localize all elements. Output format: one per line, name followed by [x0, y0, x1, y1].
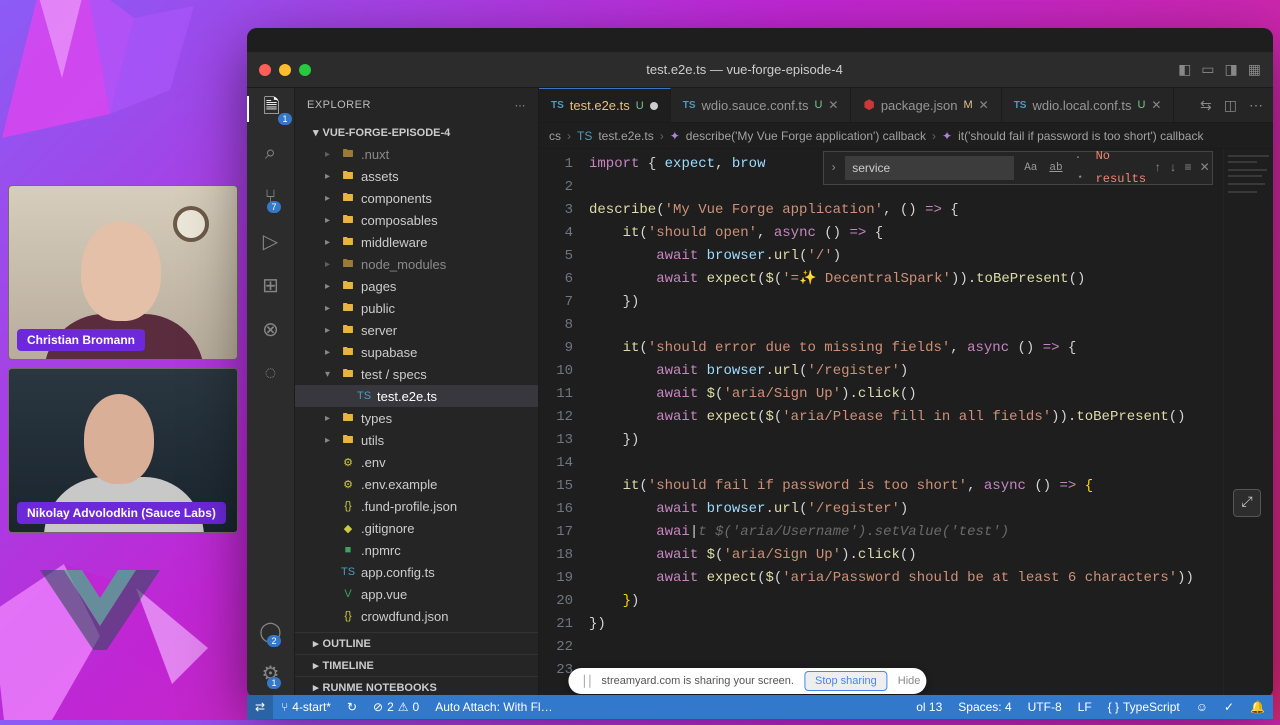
explorer-more-icon[interactable]: ⋯	[515, 99, 527, 112]
find-close-icon[interactable]: ✕	[1200, 157, 1210, 180]
tree-node[interactable]: ▸🖿supabase	[295, 341, 538, 363]
presenter-2-name: Nikolay Advolodkin (Sauce Labs)	[17, 502, 226, 524]
tree-node[interactable]: ▾🖿test / specs	[295, 363, 538, 385]
editor-tab[interactable]: TStest.e2e.tsU	[539, 88, 671, 122]
tree-node[interactable]: TStest.e2e.ts	[295, 385, 538, 407]
indentation[interactable]: Spaces: 4	[950, 695, 1019, 719]
minimap[interactable]	[1223, 149, 1273, 698]
screenshare-banner: ⎥⎥ streamyard.com is sharing your screen…	[568, 668, 926, 694]
search-activity-icon[interactable]: ⌕	[258, 140, 284, 166]
settings-gear-icon[interactable]: ⚙1	[258, 660, 284, 686]
tree-node[interactable]: ▸🖿public	[295, 297, 538, 319]
project-root[interactable]: ▾VUE-FORGE-EPISODE-4	[295, 122, 538, 143]
find-toggle-icon[interactable]: ›	[830, 157, 837, 180]
problems[interactable]: ⊘ 2 ⚠ 0	[365, 695, 427, 719]
tree-node[interactable]: ▸🖿.nuxt	[295, 143, 538, 165]
code-content[interactable]: import { expect, brow describe('My Vue F…	[583, 149, 1273, 698]
tree-node[interactable]: ▸🖿pages	[295, 275, 538, 297]
prettier-icon[interactable]: ✓	[1216, 695, 1242, 719]
editor-tabs: TStest.e2e.tsUTSwdio.sauce.conf.tsU✕⬢pac…	[539, 88, 1273, 123]
language-mode[interactable]: { } TypeScript	[1100, 695, 1188, 719]
remote-indicator[interactable]: ⇄	[247, 695, 273, 719]
outline-section[interactable]: ▸OUTLINE	[295, 632, 538, 654]
webcam-presenter-2: Nikolay Advolodkin (Sauce Labs)	[8, 368, 238, 533]
activity-bar: 🗎1 ⌕ ⑂7 ▷ ⊞ ⊗ ◌ ◯2 ⚙1	[247, 88, 295, 698]
find-next-icon[interactable]: ↓	[1169, 157, 1176, 180]
tree-node[interactable]: ▸🖿types	[295, 407, 538, 429]
tree-node[interactable]: ▸🖿server	[295, 319, 538, 341]
tree-node[interactable]: ▸🖿components	[295, 187, 538, 209]
git-sync[interactable]: ↻	[339, 695, 365, 719]
tree-node[interactable]: TSapp.config.ts	[295, 561, 538, 583]
tree-node[interactable]: {}.fund-profile.json	[295, 495, 538, 517]
cursor-position[interactable]: ol 13	[908, 695, 950, 719]
tree-node[interactable]: ▸🖿composables	[295, 209, 538, 231]
git-branch[interactable]: ⑂ 4-start*	[273, 695, 339, 719]
breadcrumbs[interactable]: cs› TS test.e2e.ts› ✦ describe('My Vue F…	[539, 123, 1273, 149]
find-widget: › Aa ab .﹡ No results ↑ ↓ ≡ ✕	[823, 151, 1213, 185]
webcam-presenter-1: Christian Bromann	[8, 185, 238, 360]
status-bar: ⇄ ⑂ 4-start* ↻ ⊘ 2 ⚠ 0 Auto Attach: With…	[247, 695, 1273, 719]
tree-node[interactable]: {}crowdfund.json	[295, 605, 538, 627]
hide-sharing-button[interactable]: Hide	[898, 675, 921, 687]
scm-activity-icon[interactable]: ⑂7	[258, 184, 284, 210]
line-gutter: 1234567891011121314151617181920212223	[539, 149, 583, 698]
file-tree: ▸🖿.nuxt▸🖿assets▸🖿components▸🖿composables…	[295, 143, 538, 632]
tree-node[interactable]: ⚙.env	[295, 451, 538, 473]
compare-icon[interactable]: ⇆	[1200, 97, 1212, 114]
find-prev-icon[interactable]: ↑	[1154, 157, 1161, 180]
find-selection-icon[interactable]: ≡	[1184, 157, 1191, 180]
tree-node[interactable]: ▸🖿utils	[295, 429, 538, 451]
share-text: streamyard.com is sharing your screen.	[601, 675, 794, 687]
presenter-1-name: Christian Bromann	[17, 329, 145, 351]
find-result-count: No results	[1096, 149, 1146, 191]
auto-attach[interactable]: Auto Attach: With Fl…	[427, 695, 560, 719]
bell-icon[interactable]: 🔔	[1242, 695, 1273, 719]
layout-customize-icon[interactable]: ▦	[1248, 61, 1261, 78]
editor-area: TStest.e2e.tsUTSwdio.sauce.conf.tsU✕⬢pac…	[539, 88, 1273, 698]
split-icon[interactable]: ◫	[1224, 97, 1237, 114]
extensions-activity-icon[interactable]: ⊞	[258, 272, 284, 298]
find-input[interactable]	[845, 156, 1014, 180]
vscode-window: test.e2e.ts — vue-forge-episode-4 ◧ ▭ ◨ …	[247, 28, 1273, 698]
tree-node[interactable]: ▸🖿node_modules	[295, 253, 538, 275]
window-title: test.e2e.ts — vue-forge-episode-4	[319, 62, 1170, 77]
encoding[interactable]: UTF-8	[1020, 695, 1070, 719]
editor-tab[interactable]: ⬢package.jsonM✕	[851, 88, 1001, 122]
code-editor[interactable]: 1234567891011121314151617181920212223 im…	[539, 149, 1273, 698]
more-icon[interactable]: ⋯	[1249, 97, 1263, 114]
layout-toggle-icon[interactable]: ◨	[1225, 61, 1238, 78]
stop-sharing-button[interactable]: Stop sharing	[804, 671, 888, 691]
explorer-activity-icon[interactable]: 🗎1	[247, 96, 295, 122]
tree-node[interactable]: ▸🖿middleware	[295, 231, 538, 253]
regex-icon[interactable]: .﹡	[1073, 149, 1088, 193]
timeline-section[interactable]: ▸TIMELINE	[295, 654, 538, 676]
remote-activity-icon[interactable]: ⊗	[258, 316, 284, 342]
match-case-icon[interactable]: Aa	[1022, 155, 1039, 182]
feedback-icon[interactable]: ☺	[1188, 695, 1216, 719]
explorer-title: EXPLORER	[307, 99, 371, 111]
layout-toggle-icon[interactable]: ▭	[1201, 61, 1214, 78]
window-zoom-button[interactable]	[299, 64, 311, 76]
inline-suggest-icon[interactable]: ⤢	[1233, 489, 1261, 517]
tree-node[interactable]: ◆.gitignore	[295, 517, 538, 539]
eol[interactable]: LF	[1070, 695, 1100, 719]
explorer-sidebar: EXPLORER ⋯ ▾VUE-FORGE-EPISODE-4 ▸🖿.nuxt▸…	[295, 88, 539, 698]
window-minimize-button[interactable]	[279, 64, 291, 76]
window-close-button[interactable]	[259, 64, 271, 76]
graphql-activity-icon[interactable]: ◌	[258, 360, 284, 386]
editor-tab[interactable]: TSwdio.sauce.conf.tsU✕	[671, 88, 852, 122]
account-icon[interactable]: ◯2	[258, 618, 284, 644]
editor-tab[interactable]: TSwdio.local.conf.tsU✕	[1002, 88, 1175, 122]
tree-node[interactable]: ⚙.env.example	[295, 473, 538, 495]
whole-word-icon[interactable]: ab	[1047, 155, 1064, 182]
tree-node[interactable]: ■.npmrc	[295, 539, 538, 561]
tree-node[interactable]: Vapp.vue	[295, 583, 538, 605]
vue-logo-icon	[40, 570, 160, 650]
tree-node[interactable]: ▸🖿assets	[295, 165, 538, 187]
run-activity-icon[interactable]: ▷	[258, 228, 284, 254]
share-drag-icon[interactable]: ⎥⎥	[580, 675, 591, 688]
layout-toggle-icon[interactable]: ◧	[1178, 61, 1191, 78]
window-titlebar: test.e2e.ts — vue-forge-episode-4 ◧ ▭ ◨ …	[247, 52, 1273, 88]
